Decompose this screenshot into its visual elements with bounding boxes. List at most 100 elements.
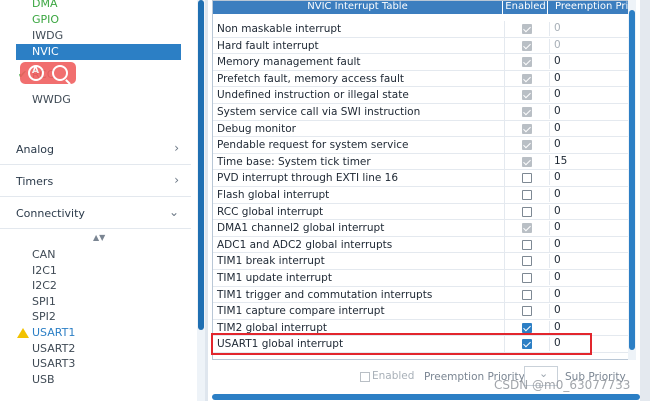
- left-scroll-thumb[interactable]: [198, 0, 204, 330]
- peripheral-item-nvic[interactable]: NVIC: [16, 44, 181, 60]
- peripheral-label: GPIO: [32, 13, 60, 26]
- enabled-cell: [504, 236, 548, 253]
- connectivity-item-can[interactable]: CAN: [16, 247, 181, 263]
- table-row[interactable]: Time base: System tick timer 15: [213, 153, 635, 171]
- header-name[interactable]: NVIC Interrupt Table: [213, 1, 503, 14]
- enabled-cell: [504, 120, 548, 137]
- connectivity-item-i2c1[interactable]: I2C1: [16, 263, 181, 279]
- preemption-priority-cell[interactable]: 0: [549, 254, 635, 269]
- chevron-right-icon[interactable]: ›: [174, 141, 179, 155]
- header-enabled[interactable]: Enabled: [504, 1, 548, 14]
- sort-icon[interactable]: ▲▼: [93, 233, 105, 242]
- table-row[interactable]: System service call via SWI instruction 0: [213, 104, 635, 121]
- enabled-checkbox[interactable]: [522, 190, 532, 200]
- interrupt-name: TIM1 update interrupt: [217, 272, 332, 284]
- table-row[interactable]: TIM1 trigger and commutation interrupts 0: [213, 286, 635, 304]
- table-row[interactable]: Prefetch fault, memory access fault 0: [213, 70, 635, 88]
- enabled-checkbox[interactable]: [522, 239, 532, 250]
- enabled-checkbox[interactable]: [522, 322, 532, 333]
- interrupt-name: ADC1 and ADC2 global interrupts: [217, 238, 393, 251]
- table-row[interactable]: Flash global interrupt 0: [213, 187, 635, 204]
- chevron-right-icon[interactable]: ›: [174, 173, 179, 187]
- peripheral-item-gpio[interactable]: GPIO: [16, 12, 181, 28]
- preemption-priority-cell[interactable]: 0: [549, 171, 635, 186]
- preemption-priority-cell[interactable]: 0: [549, 188, 635, 202]
- table-row[interactable]: Hard fault interrupt 0: [213, 37, 635, 55]
- connectivity-item-usb[interactable]: USB: [16, 372, 181, 388]
- table-row[interactable]: Debug monitor 0: [213, 120, 635, 138]
- connectivity-item-i2c2[interactable]: I2C2: [16, 278, 181, 294]
- preemption-priority-cell[interactable]: 0: [549, 287, 635, 302]
- peripheral-label: NVIC: [32, 45, 59, 58]
- header-preemption[interactable]: Preemption Priority: [549, 1, 635, 14]
- preemption-priority-cell[interactable]: 0: [549, 138, 635, 153]
- connectivity-item-usart1[interactable]: USART1: [16, 325, 181, 341]
- enabled-cell: [504, 170, 548, 187]
- connectivity-item-usart2[interactable]: USART2: [16, 341, 181, 357]
- enabled-checkbox[interactable]: [522, 206, 532, 217]
- ai-assist-icon[interactable]: [28, 65, 44, 81]
- table-scrollbar[interactable]: [628, 0, 636, 360]
- category-label: Connectivity: [16, 207, 85, 220]
- enabled-checkbox[interactable]: [360, 372, 370, 382]
- connectivity-item-usart3[interactable]: USART3: [16, 356, 181, 372]
- search-icon[interactable]: [52, 65, 68, 81]
- table-row[interactable]: Pendable request for system service 0: [213, 137, 635, 154]
- preemption-priority-cell[interactable]: 0: [549, 121, 635, 136]
- peripheral-item-dma[interactable]: DMA: [16, 0, 181, 12]
- connectivity-label: SPI2: [32, 310, 56, 324]
- left-scrollbar[interactable]: [197, 0, 205, 401]
- preemption-priority-cell[interactable]: 0: [549, 55, 635, 70]
- interrupt-name: TIM1 capture compare interrupt: [217, 305, 385, 318]
- right-edge: [640, 0, 650, 401]
- highlight-box: [211, 333, 592, 355]
- enabled-checkbox[interactable]: [522, 173, 532, 184]
- connectivity-item-spi1[interactable]: SPI1: [16, 294, 181, 310]
- preemption-priority-cell[interactable]: 0: [549, 105, 635, 119]
- table-row[interactable]: PVD interrupt through EXTI line 16 0: [213, 170, 635, 187]
- enabled-checkbox[interactable]: [522, 289, 532, 300]
- preemption-priority-cell[interactable]: 0: [549, 71, 635, 86]
- connectivity-item-spi2[interactable]: SPI2: [16, 309, 181, 325]
- table-scroll-thumb[interactable]: [629, 10, 635, 350]
- enabled-checkbox[interactable]: [522, 273, 532, 283]
- preemption-priority-cell[interactable]: 0: [549, 271, 635, 285]
- enabled-checkbox[interactable]: [522, 306, 532, 317]
- preemption-priority-cell[interactable]: 0: [549, 221, 635, 236]
- connectivity-label: USART1: [32, 326, 76, 339]
- preemption-priority-cell[interactable]: 0: [549, 22, 635, 36]
- table-row[interactable]: TIM1 update interrupt 0: [213, 270, 635, 287]
- table-row[interactable]: DMA1 channel2 global interrupt 0: [213, 220, 635, 237]
- enabled-cell: [504, 21, 548, 37]
- preemption-priority-cell[interactable]: 0: [549, 88, 635, 103]
- preemption-priority-cell[interactable]: 0: [549, 237, 635, 252]
- table-row[interactable]: TIM1 break interrupt 0: [213, 253, 635, 270]
- table-row[interactable]: RCC global interrupt 0: [213, 203, 635, 221]
- interrupt-name: DMA1 channel2 global interrupt: [217, 222, 385, 235]
- table-row[interactable]: Memory management fault 0: [213, 54, 635, 71]
- enabled-checkbox[interactable]: [522, 256, 532, 267]
- peripheral-item-iwdg[interactable]: IWDG: [16, 28, 181, 44]
- table-row[interactable]: Undefined instruction or illegal state 0: [213, 87, 635, 104]
- interrupt-name: Prefetch fault, memory access fault: [217, 72, 404, 85]
- peripheral-item-wwdg[interactable]: WWDG: [16, 92, 181, 108]
- category-timers[interactable]: Timers ›: [0, 167, 191, 197]
- preemption-priority-cell[interactable]: 15: [549, 154, 635, 169]
- enabled-cell: [504, 104, 548, 120]
- table-row[interactable]: TIM1 capture compare interrupt 0: [213, 303, 635, 320]
- preemption-priority-cell[interactable]: 0: [549, 304, 635, 319]
- chevron-down-icon[interactable]: ⌄: [169, 205, 179, 219]
- screenshot-tool-overlay[interactable]: [20, 62, 76, 84]
- enabled-checkbox: [522, 223, 532, 234]
- table-row[interactable]: Non maskable interrupt 0: [213, 21, 635, 38]
- preemption-priority-cell[interactable]: 0: [549, 204, 635, 219]
- enabled-cell: [504, 70, 548, 87]
- horizontal-scrollbar[interactable]: [212, 394, 640, 400]
- interrupt-name: TIM1 break interrupt: [217, 255, 325, 268]
- interrupt-name: Memory management fault: [217, 56, 361, 69]
- preemption-priority-cell[interactable]: 0: [549, 38, 635, 53]
- interrupt-name: Time base: System tick timer: [217, 155, 371, 168]
- category-connectivity[interactable]: Connectivity ⌄: [0, 199, 191, 229]
- table-row[interactable]: ADC1 and ADC2 global interrupts 0: [213, 236, 635, 254]
- category-analog[interactable]: Analog ›: [0, 135, 191, 165]
